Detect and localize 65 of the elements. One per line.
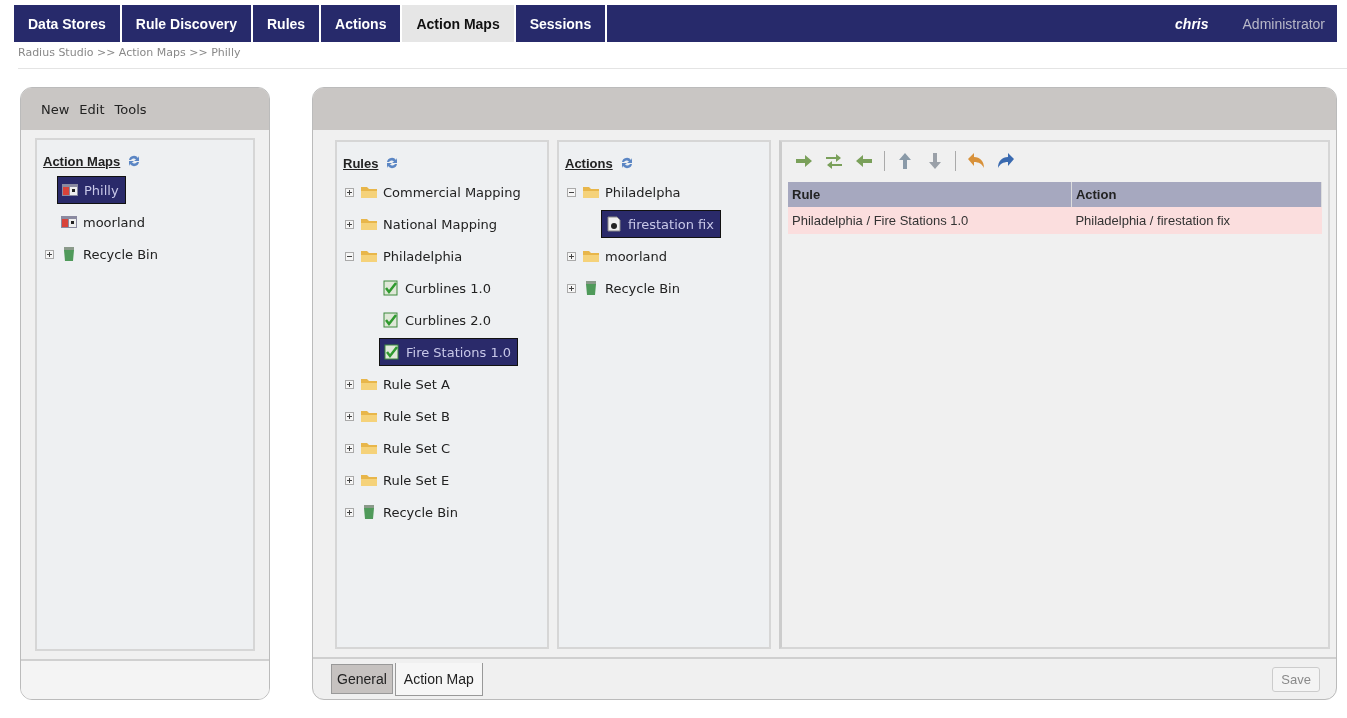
expand-icon[interactable] xyxy=(566,283,576,293)
expand-icon[interactable] xyxy=(344,411,354,421)
menu-item[interactable]: Edit xyxy=(79,101,105,117)
folder-icon xyxy=(582,248,600,264)
expand-icon[interactable] xyxy=(344,219,354,229)
expand-icon[interactable] xyxy=(344,475,354,485)
expand-icon[interactable] xyxy=(44,249,54,259)
folder-icon xyxy=(360,184,378,200)
user-name: chris xyxy=(1175,15,1209,32)
tree-item[interactable]: Philadelpha xyxy=(579,179,687,205)
document-icon xyxy=(605,216,623,232)
arrow-left-icon[interactable] xyxy=(854,152,874,170)
table-cell: Philadelphia / firestation fix xyxy=(1071,207,1322,234)
column-header[interactable]: Rule xyxy=(788,182,1072,207)
tree-title[interactable]: Actions xyxy=(565,155,613,171)
tree-item[interactable]: Rule Set C xyxy=(357,435,456,461)
rule-icon xyxy=(382,312,400,328)
folder-icon xyxy=(360,376,378,392)
swap-arrows-icon[interactable] xyxy=(824,152,844,170)
tree-item[interactable]: Recycle Bin xyxy=(357,499,464,525)
table-cell: Philadelphia / Fire Stations 1.0 xyxy=(788,207,1072,234)
nav-tab[interactable]: Action Maps xyxy=(402,5,516,42)
arrow-right-icon[interactable] xyxy=(794,152,814,170)
folder-icon xyxy=(360,440,378,456)
folder-icon xyxy=(360,472,378,488)
tree-item[interactable]: Rule Set A xyxy=(357,371,456,397)
tree-item[interactable]: Commercial Mapping xyxy=(357,179,527,205)
tree-item[interactable]: Philly xyxy=(57,176,126,204)
panel-tab[interactable]: Action Map xyxy=(394,662,483,696)
column-header[interactable]: Action xyxy=(1071,182,1322,207)
breadcrumb: Radius Studio >> Action Maps >> Philly xyxy=(18,46,1347,69)
tree-item[interactable]: Recycle Bin xyxy=(57,241,164,267)
redo-icon[interactable] xyxy=(996,152,1016,170)
tree-item[interactable]: moorland xyxy=(579,243,673,269)
tree-item[interactable]: Rule Set E xyxy=(357,467,456,493)
user-role: Administrator xyxy=(1242,15,1325,32)
expand-icon[interactable] xyxy=(344,379,354,389)
expand-icon[interactable] xyxy=(566,251,576,261)
collapse-icon[interactable] xyxy=(566,187,576,197)
rule-icon xyxy=(383,344,401,360)
tree-item[interactable]: moorland xyxy=(57,209,151,235)
panel-tab[interactable]: General xyxy=(331,664,393,694)
folder-icon xyxy=(582,184,600,200)
tree-item[interactable]: Rule Set B xyxy=(357,403,456,429)
folder-icon xyxy=(360,216,378,232)
tree-title[interactable]: Rules xyxy=(343,155,379,171)
menu-item[interactable]: New xyxy=(41,101,70,117)
tree-item[interactable]: Fire Stations 1.0 xyxy=(379,338,519,366)
map-icon xyxy=(61,182,79,198)
folder-icon xyxy=(360,408,378,424)
menu-item[interactable]: Tools xyxy=(114,101,147,117)
tree-item[interactable]: Philadelphia xyxy=(357,243,469,269)
collapse-icon[interactable] xyxy=(344,251,354,261)
tree-title[interactable]: Action Maps xyxy=(43,153,121,169)
rule-icon xyxy=(382,280,400,296)
expand-icon[interactable] xyxy=(344,443,354,453)
folder-icon xyxy=(360,248,378,264)
map-icon xyxy=(60,214,78,230)
tree-item[interactable]: Curblines 2.0 xyxy=(379,307,497,333)
tree-item[interactable]: National Mapping xyxy=(357,211,504,237)
tree-item[interactable]: Recycle Bin xyxy=(579,275,686,301)
expand-icon[interactable] xyxy=(344,187,354,197)
tree-item[interactable]: firestation fix xyxy=(601,210,721,238)
expand-icon[interactable] xyxy=(344,507,354,517)
tree-item[interactable]: Curblines 1.0 xyxy=(379,275,497,301)
